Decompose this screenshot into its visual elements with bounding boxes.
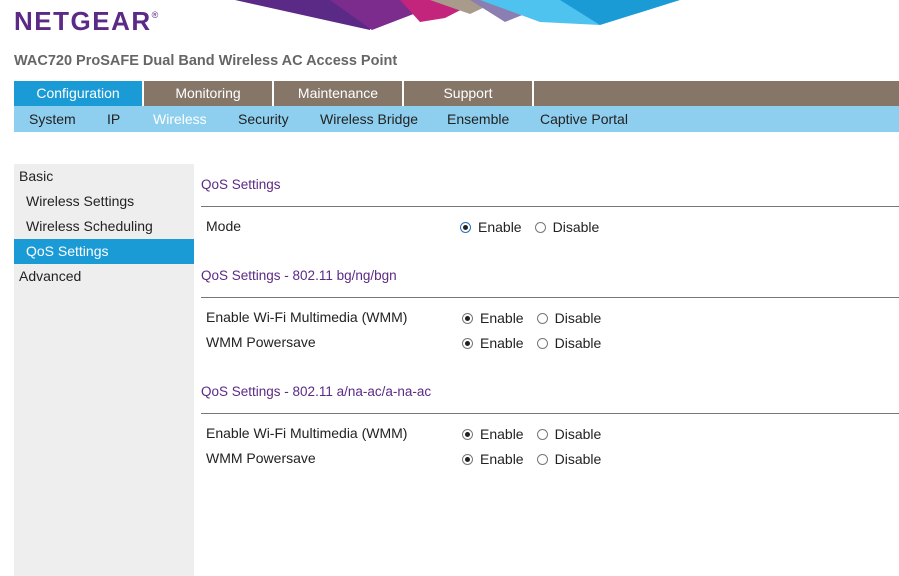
section-title: QoS Settings - 802.11 a/na-ac/a-na-ac [201,384,432,399]
setting-label-enable-wi-fi-multimedia-wmm: Enable Wi-Fi Multimedia (WMM) [206,425,408,441]
disable-radio-label[interactable]: Disable [555,451,602,467]
disable-radio[interactable] [536,337,548,349]
sidebar: Basic Wireless Settings Wireless Schedulin… [14,164,194,576]
section-title: QoS Settings [201,177,281,192]
sidebar-item-qos-settings[interactable]: QoS Settings [14,239,194,264]
radio-group-enable-wi-fi-multimedia-wmm: Enable Disable [462,426,614,442]
setting-label-wmm-powersave: WMM Powersave [206,334,316,350]
subtab-wireless-bridge[interactable]: Wireless Bridge [320,111,418,127]
section-divider [201,206,899,207]
section-divider [201,413,899,414]
subtab-security[interactable]: Security [238,111,289,127]
setting-label-wmm-powersave: WMM Powersave [206,450,316,466]
enable-radio[interactable] [460,221,471,233]
enable-radio-label[interactable]: Enable [480,310,524,326]
main-nav: Configuration Monitoring Maintenance Suppor… [14,81,899,106]
sidebar-item-advanced[interactable]: Advanced [14,264,194,289]
disable-radio[interactable] [536,453,548,465]
enable-radio-label[interactable]: Enable [478,219,522,235]
enable-radio-label[interactable]: Enable [480,335,524,351]
sub-nav: System IP Wireless Security Wireless Bridge E… [14,106,899,132]
disable-radio[interactable] [536,428,548,440]
setting-label-mode: Mode [206,218,242,234]
disable-radio-label[interactable]: Disable [555,426,602,442]
subtab-captive-portal[interactable]: Captive Portal [540,111,628,127]
tab-monitoring[interactable]: Monitoring [144,81,274,106]
section-title: QoS Settings - 802.11 bg/ng/bgn [201,268,397,283]
sidebar-item-wireless-settings[interactable]: Wireless Settings [14,189,194,214]
disable-radio-label[interactable]: Disable [553,219,600,235]
disable-radio-label[interactable]: Disable [555,335,602,351]
disable-radio-label[interactable]: Disable [555,310,602,326]
disable-radio[interactable] [536,312,548,324]
tab-maintenance[interactable]: Maintenance [274,81,404,106]
enable-radio-label[interactable]: Enable [480,426,524,442]
subtab-ip[interactable]: IP [107,111,120,127]
setting-label-enable-wi-fi-multimedia-wmm: Enable Wi-Fi Multimedia (WMM) [206,309,408,325]
enable-radio[interactable] [462,337,473,349]
sidebar-item-wireless-scheduling[interactable]: Wireless Scheduling [14,214,194,239]
tab-configuration[interactable]: Configuration [14,81,144,106]
tab-support[interactable]: Support [404,81,534,106]
enable-radio[interactable] [462,312,473,324]
radio-group-mode: Enable Disable [460,219,612,235]
radio-group-enable-wi-fi-multimedia-wmm: Enable Disable [462,310,614,326]
radio-group-wmm-powersave: Enable Disable [462,335,614,351]
subtab-system[interactable]: System [29,111,76,127]
subtab-wireless[interactable]: Wireless [153,111,207,127]
enable-radio[interactable] [462,453,473,465]
section-divider [201,297,899,298]
disable-radio[interactable] [534,221,546,233]
sidebar-item-basic[interactable]: Basic [14,164,194,189]
enable-radio[interactable] [462,428,473,440]
product-title: WAC720 ProSAFE Dual Band Wireless AC Acc… [14,53,398,69]
netgear-logo: NETGEAR® [14,6,160,36]
radio-group-wmm-powersave: Enable Disable [462,451,614,467]
subtab-ensemble[interactable]: Ensemble [447,111,509,127]
header-banner: NETGEAR® [0,0,899,45]
enable-radio-label[interactable]: Enable [480,451,524,467]
